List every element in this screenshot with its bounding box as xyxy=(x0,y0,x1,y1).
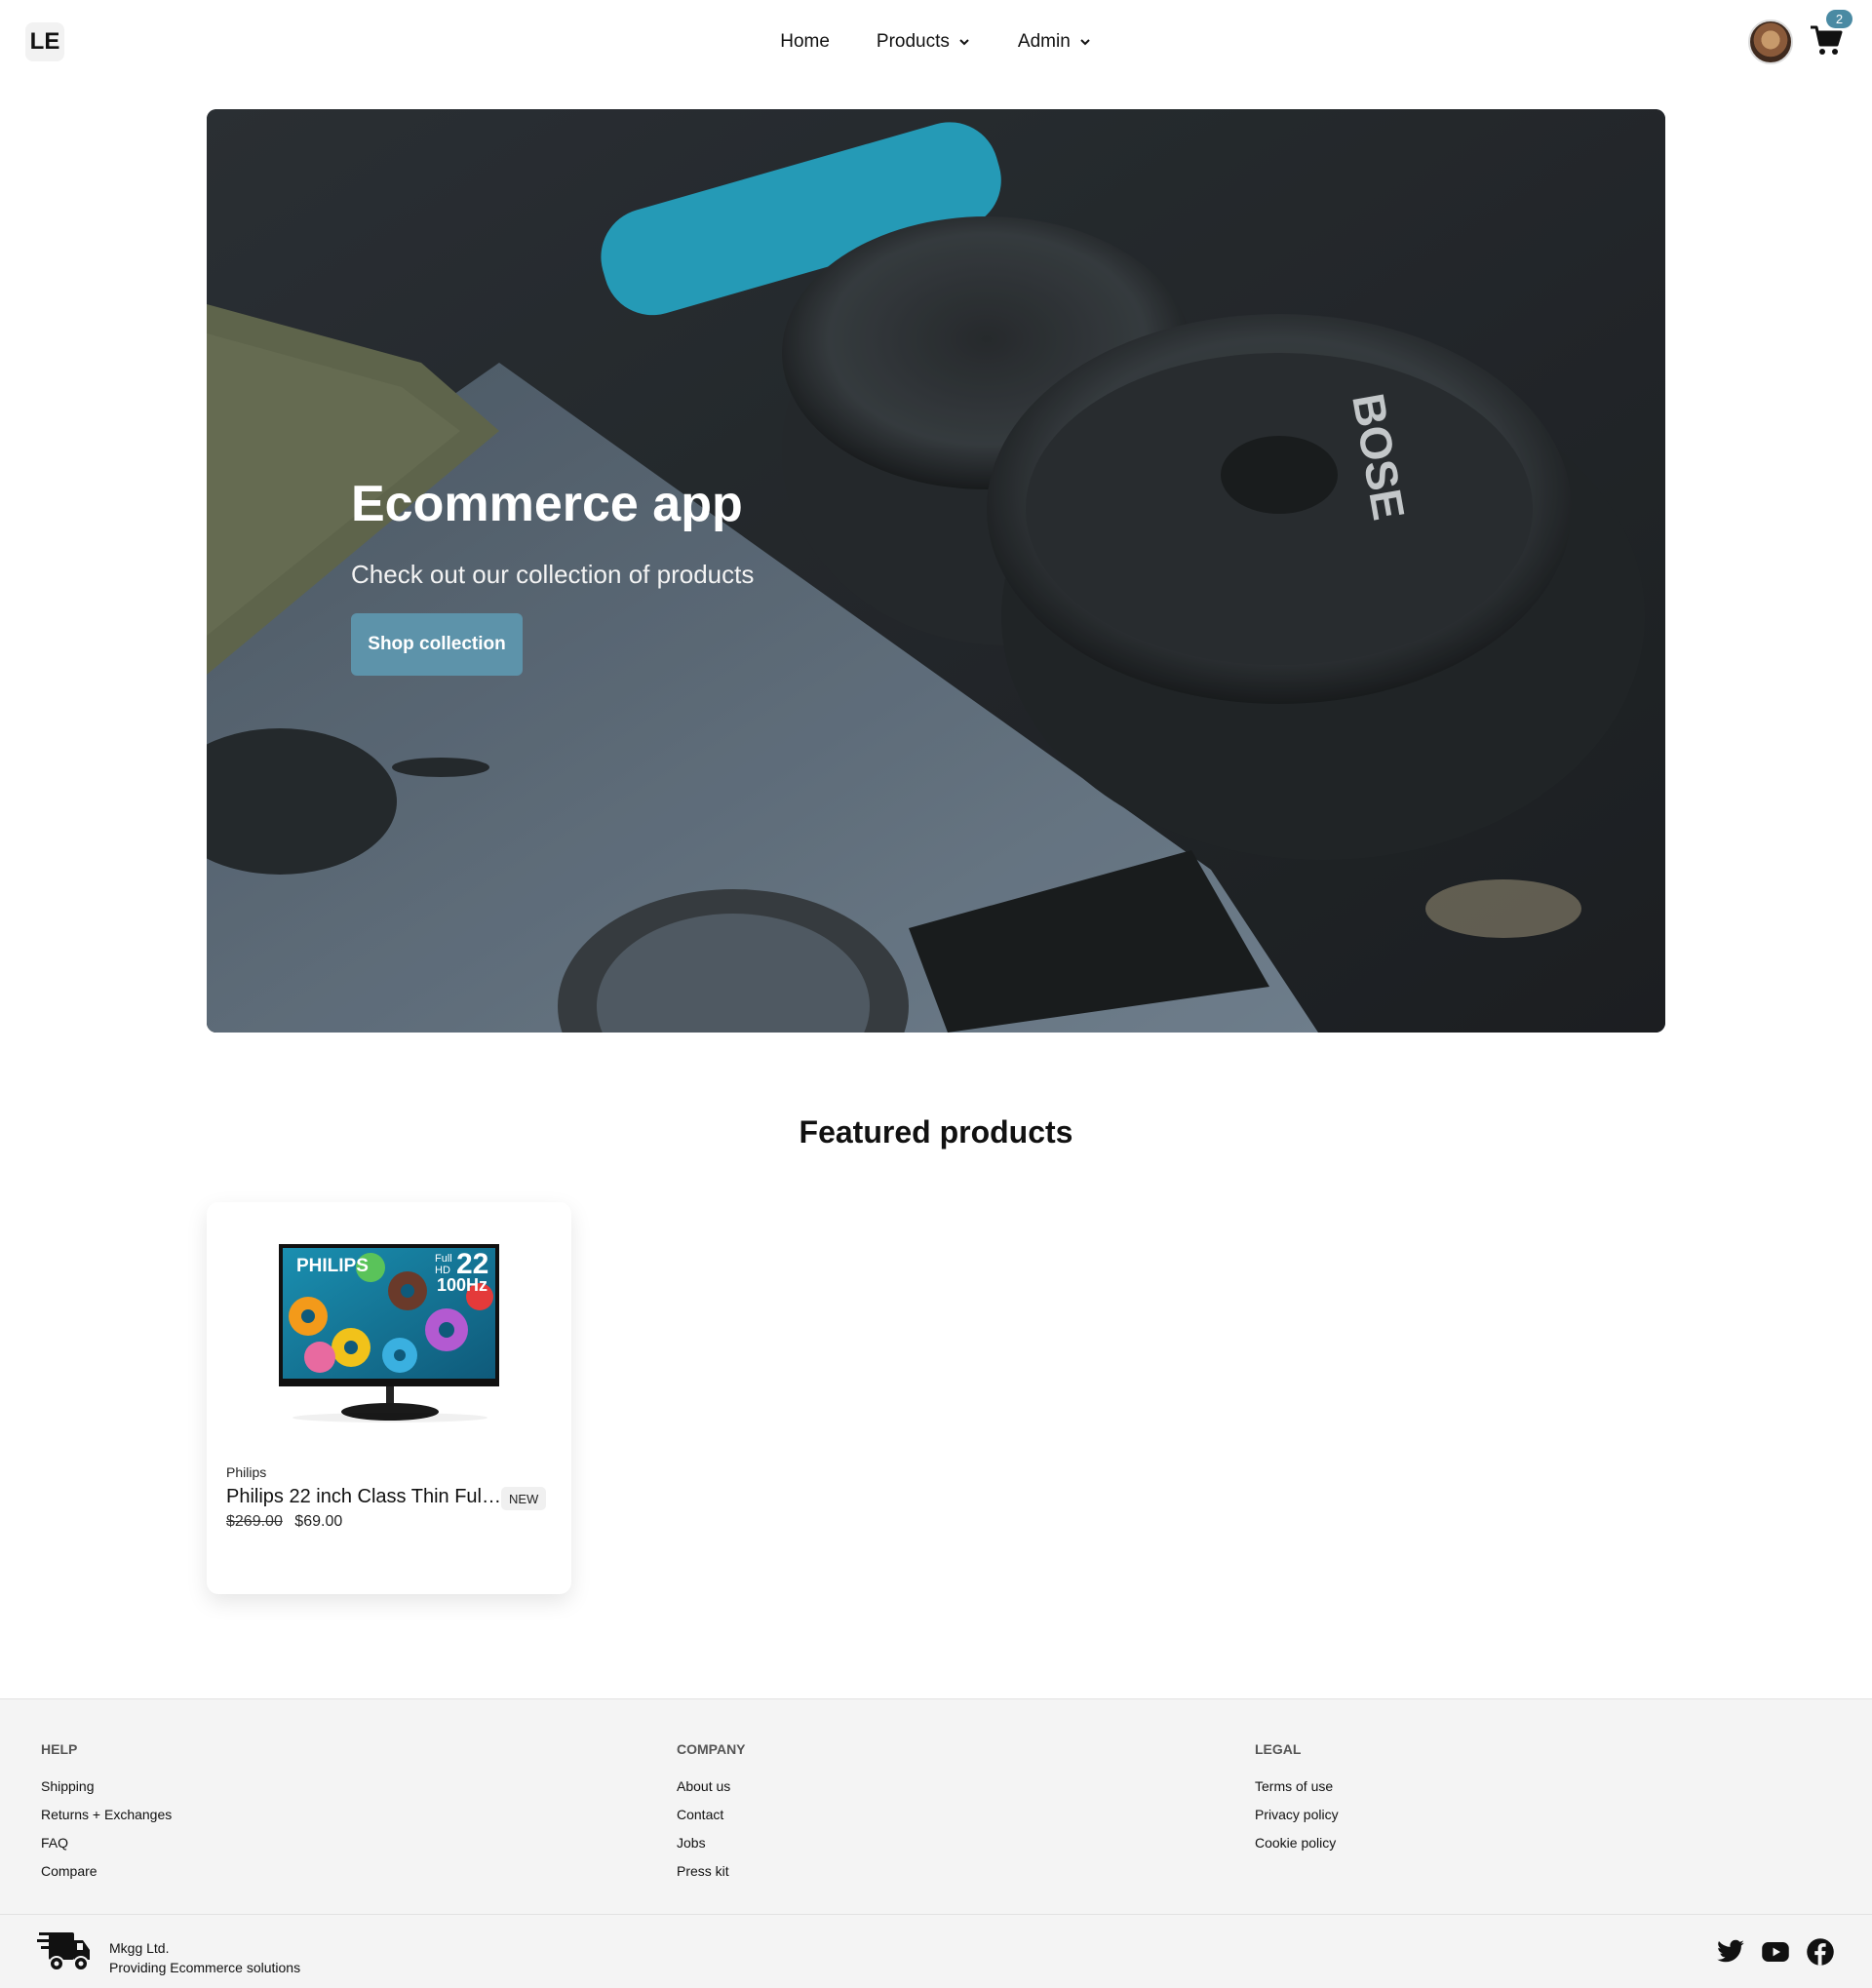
footer-link-compare[interactable]: Compare xyxy=(41,1863,172,1879)
user-avatar[interactable] xyxy=(1748,19,1793,64)
nav-home-label: Home xyxy=(780,31,830,52)
shop-collection-button[interactable]: Shop collection xyxy=(351,613,523,676)
footer-company-heading: COMPANY xyxy=(677,1741,746,1757)
company-tagline: Providing Ecommerce solutions xyxy=(109,1960,301,1975)
footer-legal-column: LEGAL Terms of use Privacy policy Cookie… xyxy=(1255,1741,1339,1863)
twitter-icon[interactable] xyxy=(1716,1937,1745,1967)
nav-products-label: Products xyxy=(876,31,950,52)
shopping-cart-icon[interactable] xyxy=(1809,23,1844,58)
nav-admin-label: Admin xyxy=(1017,31,1071,52)
hero-subtitle: Check out our collection of products xyxy=(351,560,755,589)
nav-products[interactable]: Products xyxy=(877,31,971,53)
footer-help-column: HELP Shipping Returns + Exchanges FAQ Co… xyxy=(41,1741,172,1891)
main-nav: Home Products Admin xyxy=(0,0,1872,84)
featured-products-heading: Featured products xyxy=(799,1114,1073,1150)
new-badge: NEW xyxy=(501,1487,547,1510)
product-name[interactable]: Philips 22 inch Class Thin Full HD (1920… xyxy=(226,1486,501,1508)
footer-link-faq[interactable]: FAQ xyxy=(41,1835,172,1851)
footer-link-returns[interactable]: Returns + Exchanges xyxy=(41,1807,172,1822)
footer-link-terms[interactable]: Terms of use xyxy=(1255,1778,1339,1794)
company-name: Mkgg Ltd. xyxy=(109,1940,170,1956)
product-card[interactable]: PHILIPS Full HD 22 100Hz Philips Philips… xyxy=(207,1202,571,1594)
nav-home[interactable]: Home xyxy=(780,31,830,53)
footer-link-press-kit[interactable]: Press kit xyxy=(677,1863,746,1879)
original-price: $269.00 xyxy=(226,1513,283,1530)
footer-link-shipping[interactable]: Shipping xyxy=(41,1778,172,1794)
nav-admin[interactable]: Admin xyxy=(1018,31,1092,53)
footer-legal-heading: LEGAL xyxy=(1255,1741,1302,1757)
footer-link-jobs[interactable]: Jobs xyxy=(677,1835,746,1851)
footer-company-column: COMPANY About us Contact Jobs Press kit xyxy=(677,1741,746,1891)
product-image: PHILIPS Full HD 22 100Hz xyxy=(279,1244,499,1423)
site-footer: HELP Shipping Returns + Exchanges FAQ Co… xyxy=(0,1698,1872,1988)
footer-bottom-bar: Mkgg Ltd. Providing Ecommerce solutions xyxy=(0,1914,1872,1988)
facebook-icon[interactable] xyxy=(1806,1937,1835,1967)
hero-title: Ecommerce app xyxy=(351,476,743,532)
footer-help-heading: HELP xyxy=(41,1741,78,1757)
footer-link-contact[interactable]: Contact xyxy=(677,1807,746,1822)
company-info: Mkgg Ltd. Providing Ecommerce solutions xyxy=(109,1938,300,1977)
chevron-down-icon xyxy=(1080,39,1090,46)
hero-banner: BOSE Ecommerce app Check out our collect… xyxy=(207,109,1665,1033)
site-header: LE Home Products Admin 2 xyxy=(0,0,1872,84)
cart-count-badge: 2 xyxy=(1826,10,1852,28)
footer-link-about[interactable]: About us xyxy=(677,1778,746,1794)
product-price: $269.00 $69.00 xyxy=(226,1513,342,1531)
svg-text:100Hz: 100Hz xyxy=(437,1275,488,1295)
product-brand: Philips xyxy=(226,1464,267,1480)
delivery-truck-icon xyxy=(37,1932,90,1971)
chevron-down-icon xyxy=(959,39,969,46)
footer-link-cookies[interactable]: Cookie policy xyxy=(1255,1835,1339,1851)
svg-text:Full: Full xyxy=(435,1253,452,1265)
sale-price: $69.00 xyxy=(294,1513,343,1530)
footer-link-privacy[interactable]: Privacy policy xyxy=(1255,1807,1339,1822)
svg-text:PHILIPS: PHILIPS xyxy=(296,1256,369,1276)
youtube-icon[interactable] xyxy=(1761,1937,1790,1967)
